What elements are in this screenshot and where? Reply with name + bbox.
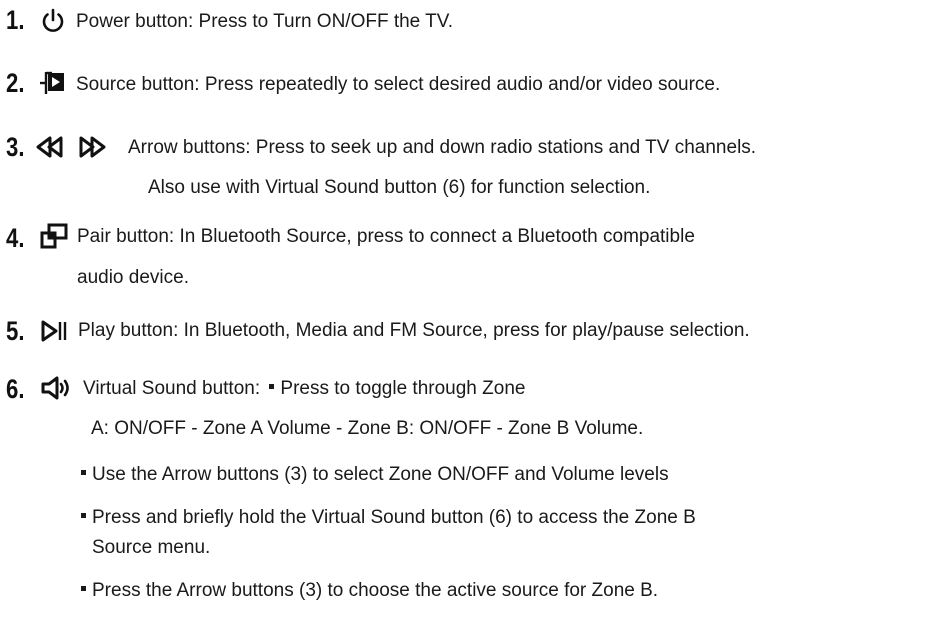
item-continuation-3: Also use with Virtual Sound button (6) f… (148, 177, 651, 198)
bullet-marker (81, 470, 86, 476)
item-text-6-bullet-inline: Press to toggle through Zone (280, 378, 526, 399)
item-number-2: 2. (6, 68, 25, 98)
item-number-3: 3. (6, 132, 25, 162)
item-text-3: Arrow buttons: Press to seek up and down… (128, 137, 757, 158)
item-continuation-4: audio device. (77, 267, 189, 288)
item-text-6: Virtual Sound button: Press to toggle th… (83, 379, 525, 398)
item-text-6-label: Virtual Sound button: (83, 378, 261, 399)
arrow-buttons-icon (36, 136, 106, 158)
item-number-6: 6. (6, 374, 25, 404)
bullet-item-1: Use the Arrow buttons (3) to select Zone… (81, 465, 669, 484)
bullet-marker (81, 513, 86, 519)
bullet-marker (269, 384, 275, 390)
bullet-item-3: Press the Arrow buttons (3) to choose th… (81, 581, 658, 600)
bullet-item-2: Press and briefly hold the Virtual Sound… (81, 508, 696, 527)
item-number-4: 4. (6, 223, 25, 253)
item-continuation-6: A: ON/OFF - Zone A Volume - Zone B: ON/O… (91, 418, 644, 439)
power-icon (42, 8, 64, 32)
bullet-item-2-continuation: Source menu. (92, 537, 211, 558)
bullet-text-1: Use the Arrow buttons (3) to select Zone… (92, 464, 669, 485)
bullet-marker (81, 586, 86, 592)
item-text-4: Pair button: In Bluetooth Source, press … (77, 226, 695, 247)
play-pause-icon (41, 320, 67, 342)
bullet-text-2: Press and briefly hold the Virtual Sound… (92, 507, 696, 528)
bullet-text-3: Press the Arrow buttons (3) to choose th… (92, 580, 659, 601)
item-number-1: 1. (6, 5, 25, 35)
item-text-1: Power button: Press to Turn ON/OFF the T… (76, 11, 453, 32)
virtual-sound-icon (41, 376, 69, 400)
item-number-5: 5. (6, 316, 25, 346)
item-text-5: Play button: In Bluetooth, Media and FM … (78, 320, 750, 341)
item-text-2: Source button: Press repeatedly to selec… (76, 74, 721, 95)
source-icon (40, 71, 64, 94)
pair-icon (40, 223, 68, 249)
